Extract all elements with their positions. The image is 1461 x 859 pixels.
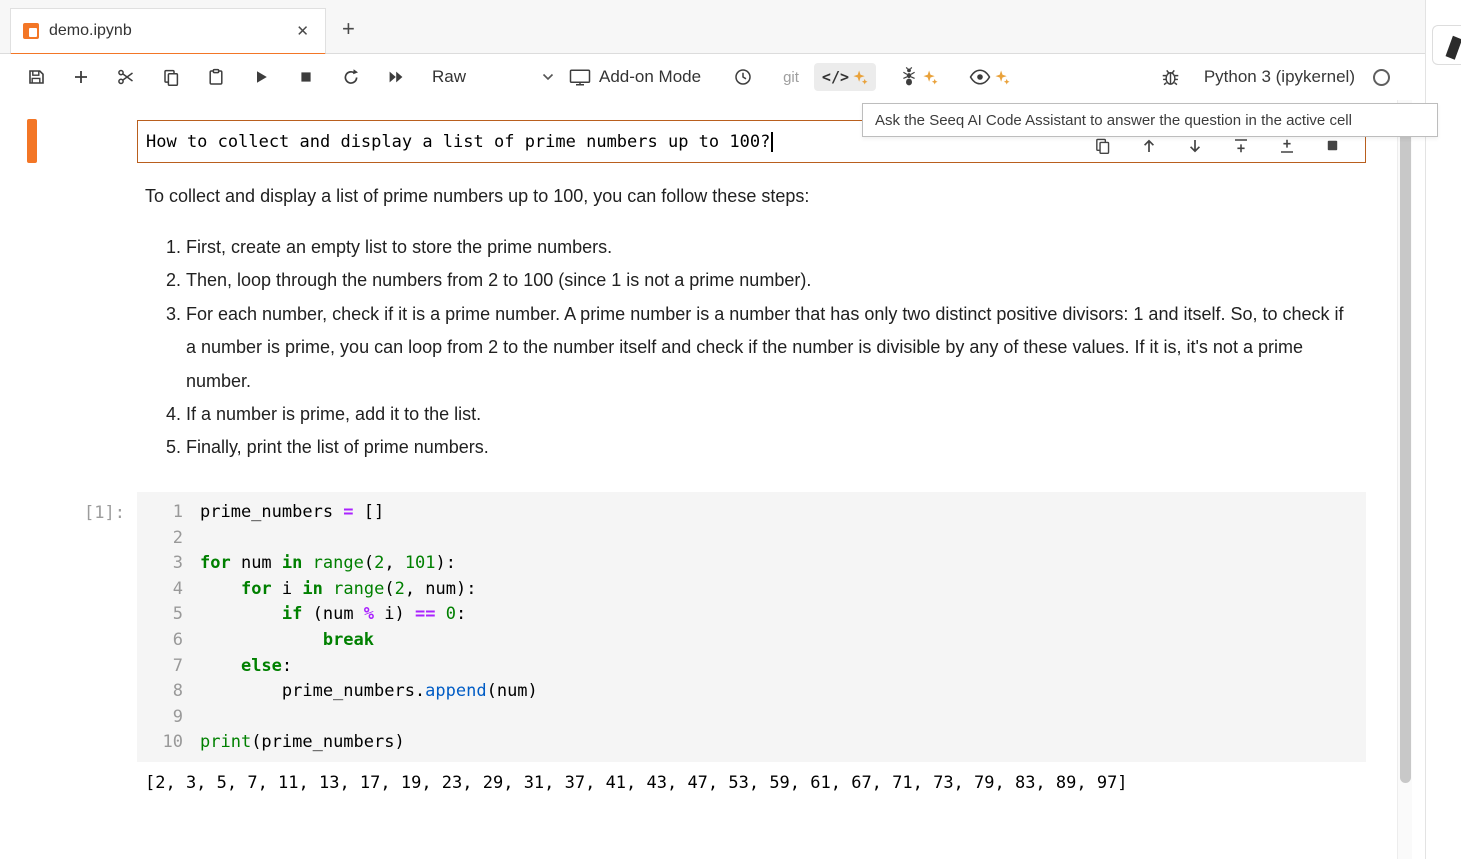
line-number: 1	[137, 500, 183, 526]
notebook-favicon-icon	[23, 23, 39, 39]
markdown-steps-list: First, create an empty list to store the…	[145, 231, 1345, 465]
insert-cell-button[interactable]	[66, 62, 96, 92]
toolbar-right-group: Python 3 (ipykernel)	[1156, 62, 1426, 92]
ai-code-assistant-button[interactable]: </>	[814, 63, 876, 91]
delete-cell-icon[interactable]	[1323, 136, 1342, 155]
code-text: prime_numbers = []	[183, 500, 384, 526]
panel-toggle-icon	[1440, 30, 1461, 60]
cell-toolbar	[1093, 136, 1342, 155]
new-tab-button[interactable]: +	[334, 14, 363, 44]
sparkle-icon	[853, 70, 868, 85]
code-line: 9	[137, 705, 1366, 731]
move-cell-down-icon[interactable]	[1185, 136, 1204, 155]
line-number: 4	[137, 577, 183, 603]
code-text	[183, 526, 200, 552]
addon-mode-button[interactable]: Add-on Mode	[569, 62, 701, 92]
active-cell-collapser[interactable]	[27, 119, 37, 163]
insert-cell-above-icon[interactable]	[1231, 136, 1250, 155]
markdown-intro: To collect and display a list of prime n…	[145, 181, 1345, 211]
code-icon: </>	[822, 68, 849, 86]
ant-icon	[899, 67, 919, 87]
code-text: if (num % i) == 0:	[183, 602, 466, 628]
insert-cell-below-icon[interactable]	[1277, 136, 1296, 155]
markdown-step: If a number is prime, add it to the list…	[186, 398, 1345, 431]
markdown-step: For each number, check if it is a prime …	[186, 298, 1345, 398]
cell-type-select[interactable]: Raw	[432, 62, 554, 92]
notebook-app: demo.ipynb ✕ +	[0, 0, 1461, 859]
code-line: 3for num in range(2, 101):	[137, 551, 1366, 577]
interrupt-kernel-button[interactable]	[291, 62, 321, 92]
line-number: 5	[137, 602, 183, 628]
line-number: 8	[137, 679, 183, 705]
kernel-name[interactable]: Python 3 (ipykernel)	[1204, 67, 1355, 87]
tooltip-text: Ask the Seeq AI Code Assistant to answer…	[875, 112, 1352, 129]
code-text: prime_numbers.append(num)	[183, 679, 538, 705]
line-number: 7	[137, 654, 183, 680]
text-cursor	[771, 132, 773, 152]
scrollbar-track[interactable]	[1397, 100, 1412, 859]
code-line: 7 else:	[137, 654, 1366, 680]
tab-close-icon[interactable]: ✕	[292, 20, 313, 42]
line-number: 9	[137, 705, 183, 731]
ai-assistant-tooltip: Ask the Seeq AI Code Assistant to answer…	[862, 103, 1438, 137]
code-cell-editor[interactable]: 1prime_numbers = []23for num in range(2,…	[137, 492, 1366, 762]
markdown-step: Finally, print the list of prime numbers…	[186, 431, 1345, 464]
cut-cells-button[interactable]	[111, 62, 141, 92]
sparkle-icon	[995, 70, 1010, 85]
run-all-cells-button[interactable]	[381, 62, 411, 92]
code-line: 10print(prime_numbers)	[137, 730, 1366, 756]
tab-title: demo.ipynb	[49, 22, 282, 40]
markdown-cell-output[interactable]: To collect and display a list of prime n…	[145, 181, 1345, 465]
git-label[interactable]: git	[783, 69, 799, 86]
cell-output-text: [2, 3, 5, 7, 11, 13, 17, 19, 23, 29, 31,…	[145, 773, 1128, 793]
collapsed-panel-button[interactable]	[1432, 25, 1461, 65]
kernel-status-icon[interactable]	[1373, 69, 1390, 86]
code-line: 5 if (num % i) == 0:	[137, 602, 1366, 628]
duplicate-cell-icon[interactable]	[1093, 136, 1112, 155]
chevron-down-icon	[542, 73, 554, 81]
active-cell-text: How to collect and display a list of pri…	[146, 132, 770, 152]
copy-cells-button[interactable]	[156, 62, 186, 92]
line-number: 10	[137, 730, 183, 756]
code-text: break	[183, 628, 374, 654]
history-clock-button[interactable]	[728, 62, 758, 92]
code-line: 6 break	[137, 628, 1366, 654]
eye-icon	[969, 69, 991, 85]
tab-bar: demo.ipynb ✕ +	[0, 0, 1426, 54]
run-cell-button[interactable]	[246, 62, 276, 92]
restart-kernel-button[interactable]	[336, 62, 366, 92]
markdown-step: Then, loop through the numbers from 2 to…	[186, 264, 1345, 297]
paste-cells-button[interactable]	[201, 62, 231, 92]
ai-bug-finder-button[interactable]	[891, 62, 946, 92]
scrollbar-thumb[interactable]	[1400, 103, 1411, 783]
execution-count: [1]:	[84, 503, 125, 523]
debugger-bug-button[interactable]	[1156, 62, 1186, 92]
markdown-step: First, create an empty list to store the…	[186, 231, 1345, 264]
line-number: 6	[137, 628, 183, 654]
line-number: 2	[137, 526, 183, 552]
code-text: for num in range(2, 101):	[183, 551, 456, 577]
code-line: 8 prime_numbers.append(num)	[137, 679, 1366, 705]
code-text	[183, 705, 200, 731]
code-line: 2	[137, 526, 1366, 552]
line-number: 3	[137, 551, 183, 577]
save-button[interactable]	[21, 62, 51, 92]
code-text: else:	[183, 654, 292, 680]
code-line: 4 for i in range(2, num):	[137, 577, 1366, 603]
tab-demo-ipynb[interactable]: demo.ipynb ✕	[10, 8, 326, 55]
move-cell-up-icon[interactable]	[1139, 136, 1158, 155]
code-text: print(prime_numbers)	[183, 730, 405, 756]
cell-type-value: Raw	[432, 67, 466, 87]
monitor-icon	[569, 68, 591, 86]
sparkle-icon	[923, 70, 938, 85]
addon-mode-label: Add-on Mode	[599, 67, 701, 87]
ai-explain-button[interactable]	[961, 64, 1018, 90]
code-text: for i in range(2, num):	[183, 577, 476, 603]
notebook-toolbar: Raw Add-on Mode git </>	[0, 54, 1426, 100]
code-line: 1prime_numbers = []	[137, 500, 1366, 526]
